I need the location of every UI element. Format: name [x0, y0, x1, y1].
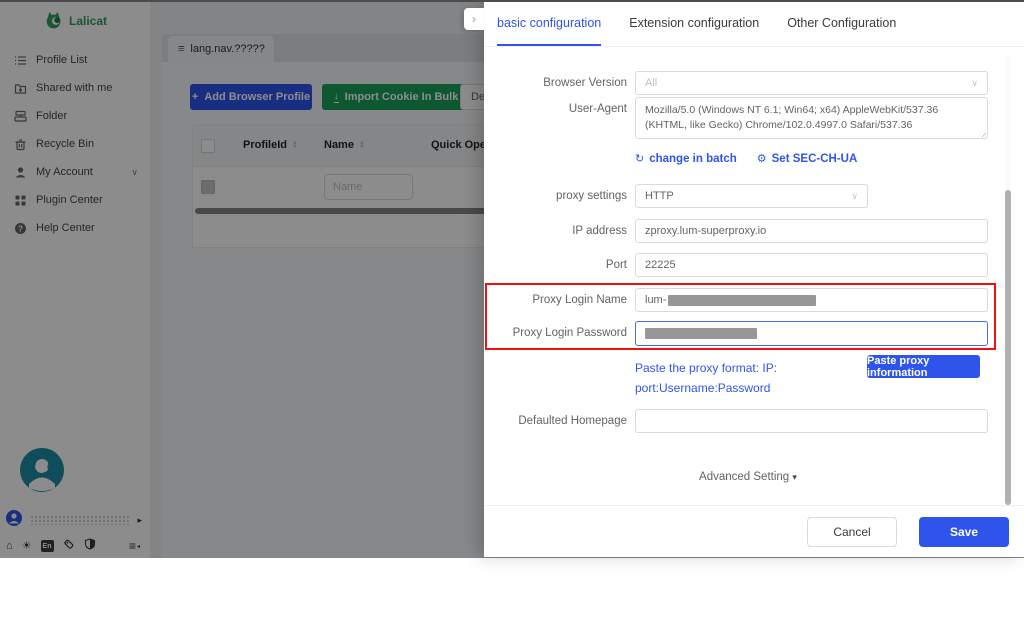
paste-hint-line1: Paste the proxy format: IP:: [635, 361, 778, 375]
proxy-login-password-label: Proxy Login Password: [512, 327, 627, 339]
chevron-right-icon: ›: [472, 12, 476, 26]
chevron-down-icon: ∨: [971, 77, 978, 88]
user-agent-textarea[interactable]: Mozilla/5.0 (Windows NT 6.1; Win64; x64)…: [635, 97, 988, 139]
gear-icon: ⚙: [756, 153, 767, 165]
tab-label: basic configuration: [497, 16, 602, 30]
change-in-batch-label: change in batch: [649, 152, 737, 165]
drawer-scrollbar-thumb[interactable]: [1005, 190, 1011, 505]
ip-address-field: [635, 219, 988, 243]
tab-label: Extension configuration: [629, 16, 760, 30]
refresh-icon: ↻: [635, 153, 645, 165]
redacted-login-name: [668, 294, 817, 306]
set-sec-ch-ua-label: Set SEC-CH-UA: [771, 152, 858, 165]
proxy-login-name-field: lum-: [635, 288, 988, 312]
defaulted-homepage-label: Defaulted Homepage: [518, 415, 627, 427]
cancel-label: Cancel: [833, 525, 871, 539]
tab-extension-configuration[interactable]: Extension configuration: [629, 0, 759, 46]
browser-version-select[interactable]: All ∨: [635, 71, 988, 95]
set-sec-ch-ua-link[interactable]: ⚙ Set SEC-CH-UA: [756, 152, 858, 166]
proxy-type-value: HTTP: [645, 190, 674, 202]
cancel-button[interactable]: Cancel: [807, 517, 897, 547]
browser-version-label: Browser Version: [543, 77, 627, 89]
resize-handle-icon[interactable]: [978, 129, 986, 137]
user-agent-label: User-Agent: [568, 103, 627, 115]
drawer-scrollbar-track: [1005, 55, 1011, 505]
ip-address-input[interactable]: [635, 219, 988, 243]
proxy-settings-row: HTTP ∨ Check the network: [635, 184, 988, 208]
change-in-batch-link[interactable]: ↻ change in batch: [635, 152, 737, 166]
tab-label: Other Configuration: [787, 16, 897, 30]
defaulted-homepage-field: [635, 409, 988, 433]
tab-basic-configuration[interactable]: basic configuration: [497, 0, 602, 46]
save-button[interactable]: Save: [919, 517, 1009, 547]
advanced-setting-label: Advanced Setting: [699, 471, 790, 483]
port-input[interactable]: [635, 253, 988, 277]
screen: Lalicat Profile List Shared with me Fold…: [0, 0, 1024, 640]
proxy-settings-label: proxy settings: [556, 190, 627, 202]
proxy-login-password-input[interactable]: [635, 321, 988, 346]
drawer-collapse-button[interactable]: ›: [464, 8, 484, 30]
config-drawer: › basic configuration Extension configur…: [464, 0, 1024, 557]
port-field: [635, 253, 988, 277]
drawer-tabs: basic configuration Extension configurat…: [484, 0, 1024, 47]
window-top-edge: [0, 0, 1024, 2]
caret-down-icon: ▾: [792, 472, 797, 482]
proxy-login-name-label: Proxy Login Name: [532, 294, 627, 306]
paste-proxy-information-button[interactable]: Paste proxy information: [867, 354, 980, 379]
proxy-login-name-input[interactable]: lum-: [635, 288, 988, 312]
proxy-type-select[interactable]: HTTP ∨: [635, 184, 868, 208]
defaulted-homepage-input[interactable]: [635, 409, 988, 433]
login-name-prefix: lum-: [645, 294, 667, 306]
browser-version-value: All: [645, 77, 658, 89]
app-window: Lalicat Profile List Shared with me Fold…: [0, 0, 1024, 558]
tab-other-configuration[interactable]: Other Configuration: [787, 0, 896, 46]
user-agent-value: Mozilla/5.0 (Windows NT 6.1; Win64; x64)…: [645, 104, 939, 131]
chevron-down-icon: ∨: [851, 190, 858, 201]
redacted-password: [645, 328, 757, 339]
drawer-footer: Cancel Save: [484, 505, 1024, 557]
ua-link-row: ↻ change in batch ⚙ Set SEC-CH-UA: [635, 152, 858, 166]
paste-proxy-format-link[interactable]: Paste the proxy format: IP: port:Usernam…: [635, 358, 777, 398]
paste-proxy-label: Paste proxy information: [867, 354, 930, 379]
paste-hint-line2: port:Username:Password: [635, 381, 771, 395]
proxy-login-password-field: [635, 321, 988, 346]
advanced-setting-toggle[interactable]: Advanced Setting ▾: [484, 471, 1012, 483]
save-label: Save: [949, 525, 979, 539]
port-label: Port: [605, 259, 627, 271]
ip-address-label: IP address: [572, 225, 627, 237]
